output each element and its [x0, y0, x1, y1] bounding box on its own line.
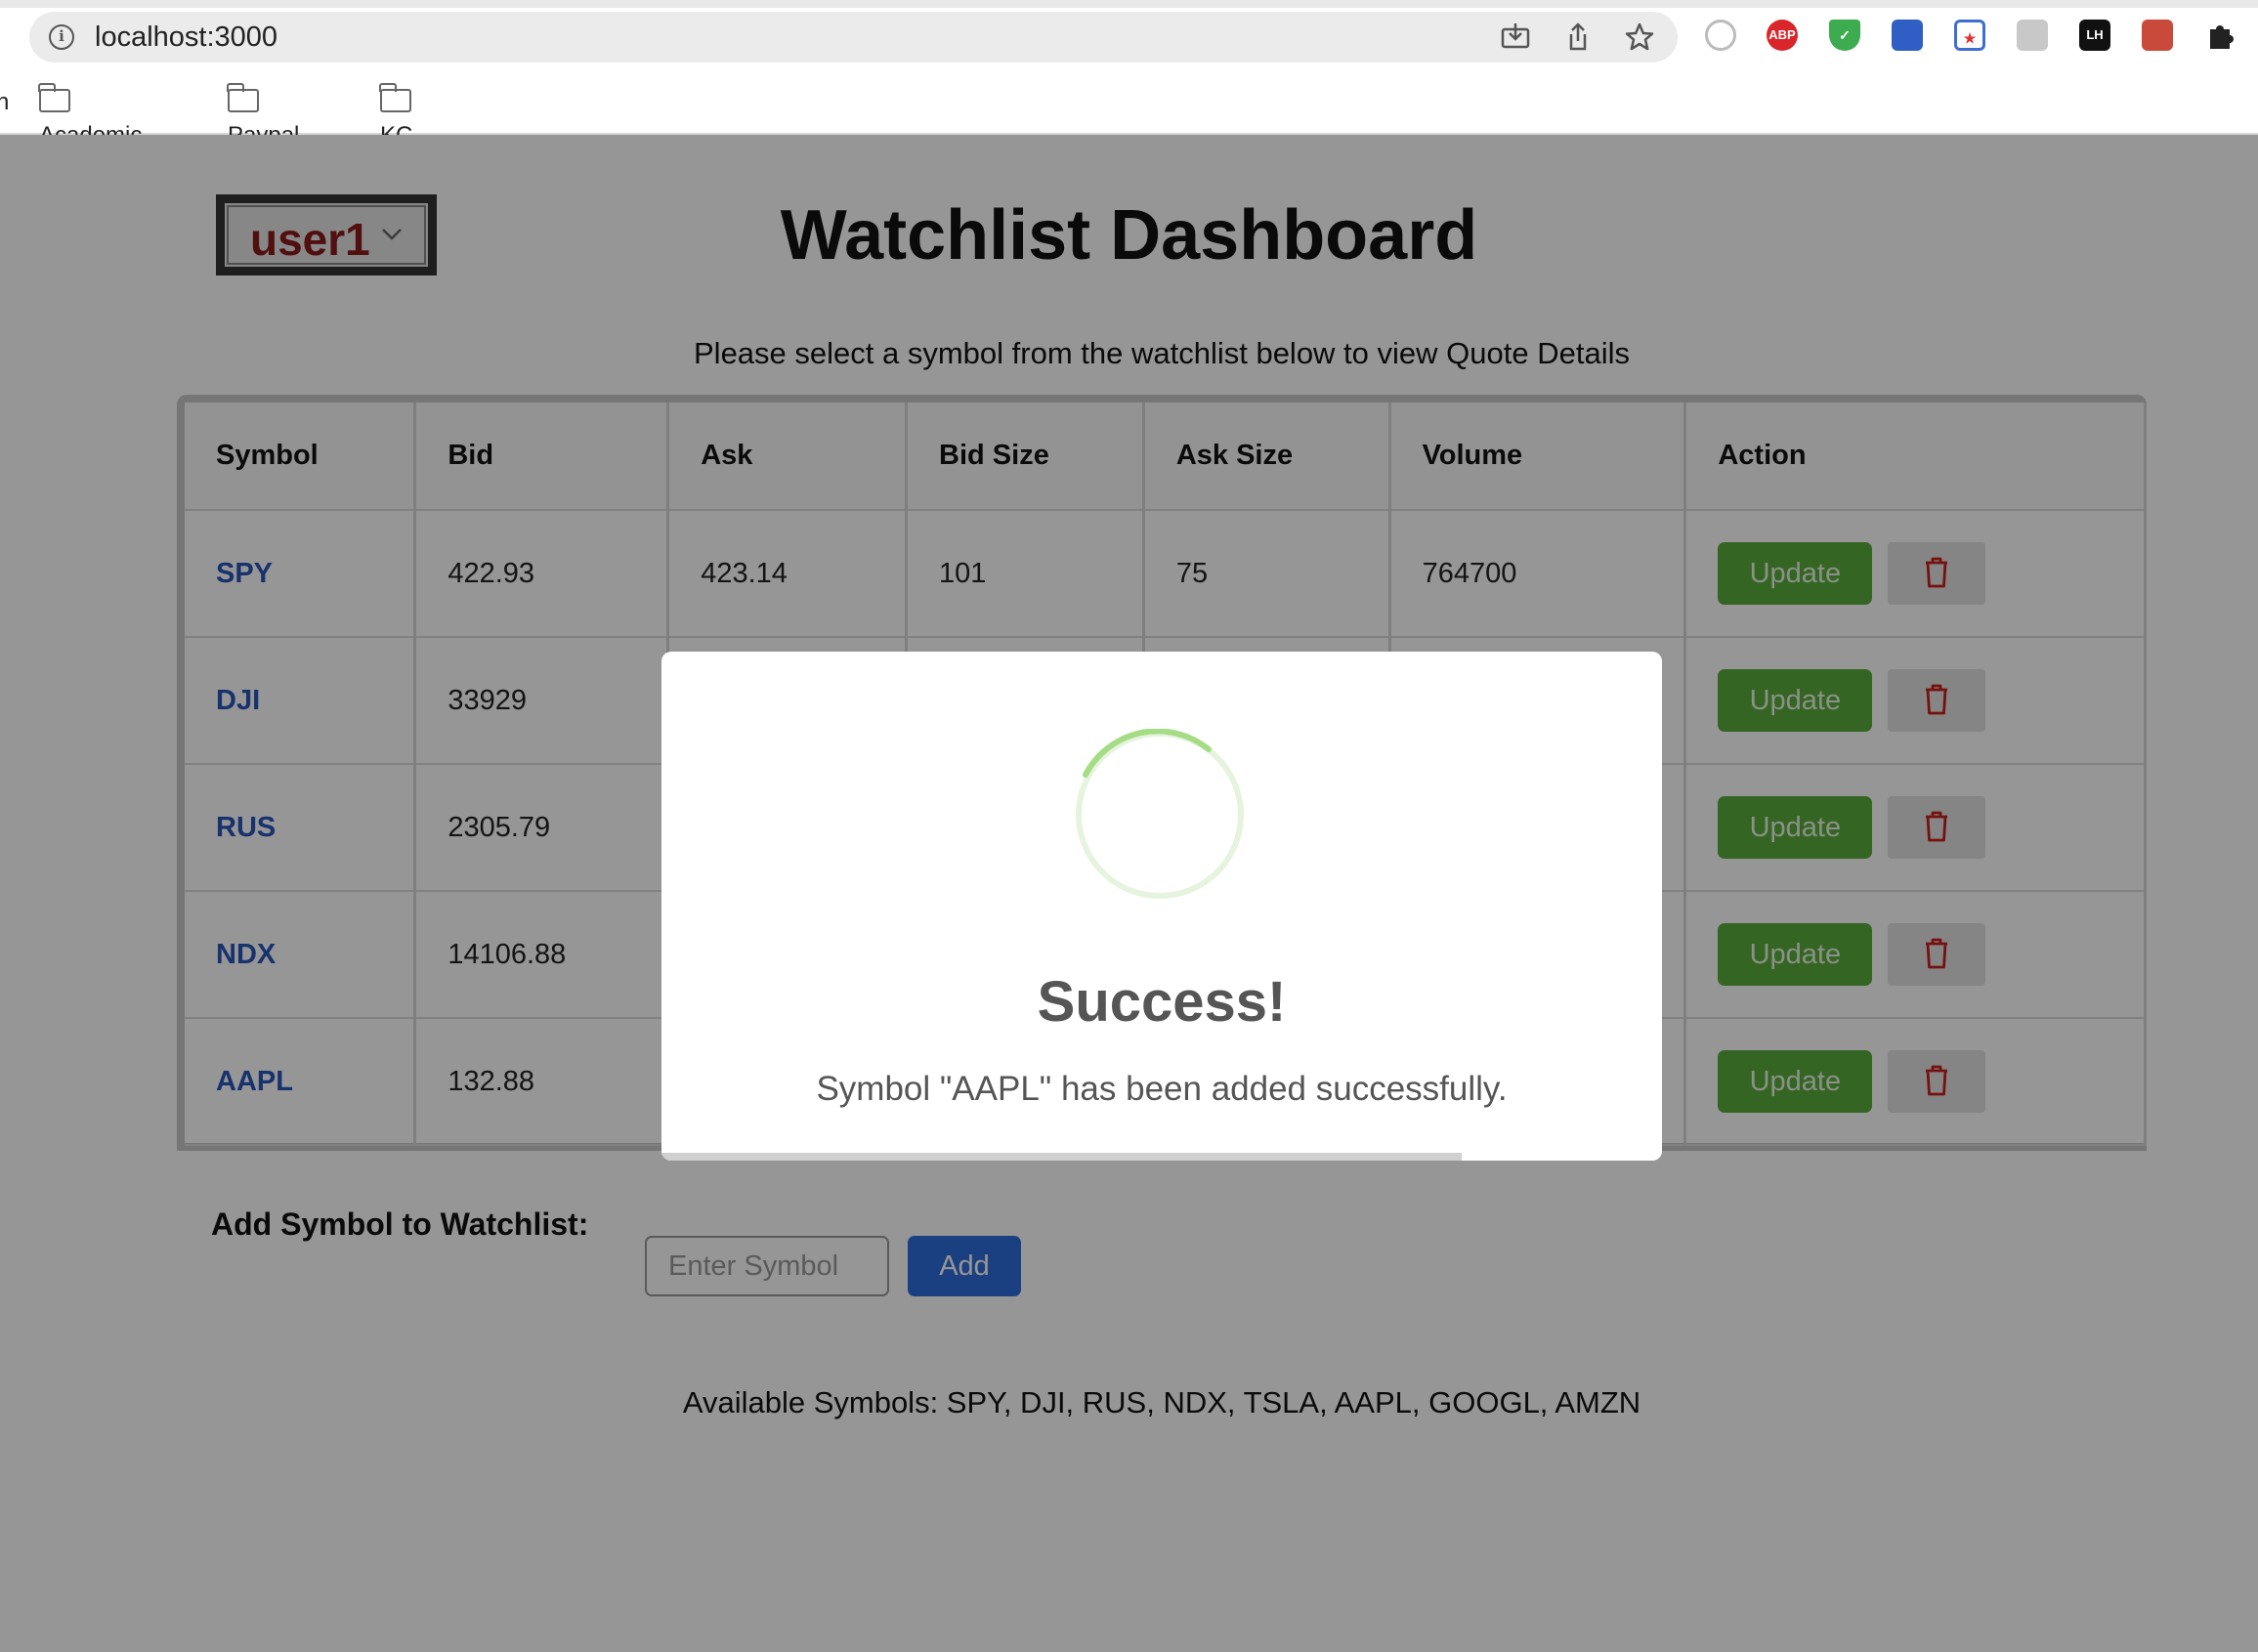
bookmark-partial[interactable]: n — [0, 86, 9, 119]
modal-timer-fill — [661, 1153, 1463, 1161]
bookmark-academic[interactable]: Academic — [38, 83, 142, 148]
figure-ext-icon[interactable] — [2017, 20, 2048, 51]
folder-icon — [379, 83, 411, 112]
success-spinner-icon — [1076, 729, 1244, 899]
bug-ext-icon[interactable] — [2142, 20, 2173, 51]
save-ext-icon[interactable] — [1892, 20, 1923, 51]
install-icon[interactable] — [1500, 21, 1531, 53]
address-bar[interactable]: i localhost:3000 — [29, 12, 1678, 63]
url-text[interactable]: localhost:3000 — [95, 21, 277, 54]
modal-message: Symbol "AAPL" has been added successfull… — [816, 1070, 1508, 1108]
share-icon[interactable] — [1562, 21, 1594, 53]
site-info-icon[interactable]: i — [49, 24, 74, 50]
abp-icon[interactable]: ABP — [1767, 20, 1798, 51]
bookmark-kc[interactable]: KC — [379, 83, 427, 148]
tab-strip-edge — [0, 0, 2258, 8]
browser-chrome: i localhost:3000 ABP ✓ ★ LH n Academic P… — [0, 0, 2258, 148]
bookmark-ext-icon[interactable]: ★ — [1954, 20, 1985, 51]
folder-icon — [38, 83, 70, 112]
shield-ext-icon[interactable]: ✓ — [1829, 20, 1860, 51]
camera-ext-icon[interactable] — [1705, 20, 1736, 51]
bookmark-paypal[interactable]: Paypal — [227, 83, 299, 148]
puzzle-icon[interactable] — [2204, 20, 2236, 51]
modal-title: Success! — [1037, 970, 1287, 1034]
lh-ext-icon[interactable]: LH — [2079, 20, 2110, 51]
folder-icon — [227, 83, 259, 112]
success-modal: Success! Symbol "AAPL" has been added su… — [661, 652, 1662, 1161]
modal-timer-bar — [661, 1153, 1662, 1161]
star-bookmark-icon[interactable] — [1624, 21, 1655, 53]
